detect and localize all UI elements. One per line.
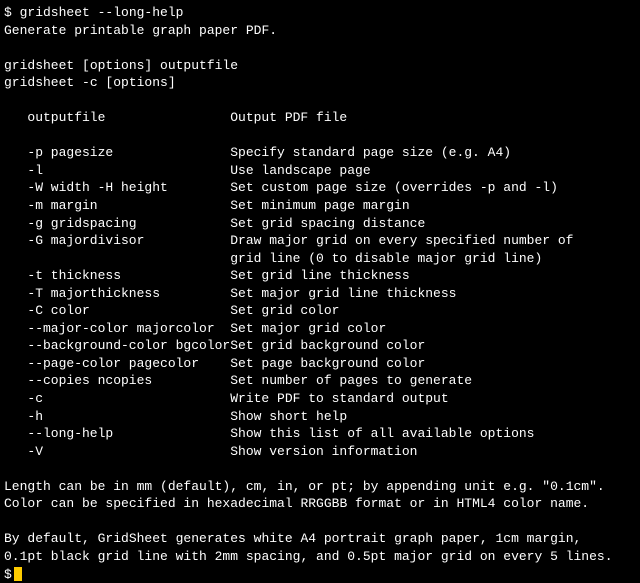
option-key: --long-help (27, 425, 230, 443)
option-row: -hShow short help (27, 408, 636, 426)
option-key: --copies ncopies (27, 372, 230, 390)
option-row: -t thicknessSet grid line thickness (27, 267, 636, 285)
option-row: -W width -H heightSet custom page size (… (27, 179, 636, 197)
option-key: -V (27, 443, 230, 461)
option-key: outputfile (27, 109, 230, 127)
option-description: Show version information (230, 443, 636, 461)
option-row: -p pagesizeSpecify standard page size (e… (27, 144, 636, 162)
prompt-symbol: $ (4, 566, 12, 583)
option-key: -m margin (27, 197, 230, 215)
option-row: --page-color pagecolorSet page backgroun… (27, 355, 636, 373)
option-key: --page-color pagecolor (27, 355, 230, 373)
option-key: --background-color bgcolor (27, 337, 230, 355)
option-row: --long-helpShow this list of all availab… (27, 425, 636, 443)
option-description: Set minimum page margin (230, 197, 636, 215)
option-key: -c (27, 390, 230, 408)
option-row: outputfileOutput PDF file (27, 109, 636, 127)
option-description: Set grid color (230, 302, 636, 320)
option-description: Set grid spacing distance (230, 215, 636, 233)
option-description: Use landscape page (230, 162, 636, 180)
notes-line-1: Length can be in mm (default), cm, in, o… (4, 478, 636, 496)
option-row: -VShow version information (27, 443, 636, 461)
option-row: -g gridspacingSet grid spacing distance (27, 215, 636, 233)
option-description: Set grid background color (230, 337, 636, 355)
option-key: -W width -H height (27, 179, 230, 197)
option-description: Draw major grid on every specified numbe… (230, 232, 636, 250)
option-description: Write PDF to standard output (230, 390, 636, 408)
option-row: -cWrite PDF to standard output (27, 390, 636, 408)
notes-line-2: Color can be specified in hexadecimal RR… (4, 495, 636, 513)
option-row: -G majordivisorDraw major grid on every … (27, 232, 636, 250)
option-key-empty (27, 250, 230, 268)
option-row: --major-color majorcolorSet major grid c… (27, 320, 636, 338)
usage-line-1: gridsheet [options] outputfile (4, 57, 636, 75)
option-description: Set major grid color (230, 320, 636, 338)
option-row: --copies ncopiesSet number of pages to g… (27, 372, 636, 390)
option-row-cont: grid line (0 to disable major grid line) (27, 250, 636, 268)
option-row: -C colorSet grid color (27, 302, 636, 320)
notes-line-4: 0.1pt black grid line with 2mm spacing, … (4, 548, 636, 566)
options-table: outputfileOutput PDF file-p pagesizeSpec… (4, 109, 636, 460)
summary-line: Generate printable graph paper PDF. (4, 22, 636, 40)
option-key: --major-color majorcolor (27, 320, 230, 338)
blank-line (27, 127, 636, 145)
option-description: Show this list of all available options (230, 425, 636, 443)
shell-prompt[interactable]: $ (4, 566, 636, 583)
option-row: -T majorthicknessSet major grid line thi… (27, 285, 636, 303)
option-description: Set number of pages to generate (230, 372, 636, 390)
option-description-cont: grid line (0 to disable major grid line) (230, 250, 636, 268)
option-description: Show short help (230, 408, 636, 426)
option-row: -lUse landscape page (27, 162, 636, 180)
option-description: Set page background color (230, 355, 636, 373)
cursor-icon (14, 567, 22, 581)
option-description: Set custom page size (overrides -p and -… (230, 179, 636, 197)
option-description: Specify standard page size (e.g. A4) (230, 144, 636, 162)
option-key: -g gridspacing (27, 215, 230, 233)
notes-line-3: By default, GridSheet generates white A4… (4, 530, 636, 548)
blank-line (4, 92, 636, 110)
option-row: --background-color bgcolorSet grid backg… (27, 337, 636, 355)
blank-line (4, 460, 636, 478)
option-row: -m marginSet minimum page margin (27, 197, 636, 215)
option-key: -t thickness (27, 267, 230, 285)
option-description: Output PDF file (230, 109, 636, 127)
blank-line (4, 39, 636, 57)
option-key: -h (27, 408, 230, 426)
option-key: -C color (27, 302, 230, 320)
option-description: Set grid line thickness (230, 267, 636, 285)
usage-line-2: gridsheet -c [options] (4, 74, 636, 92)
command-line: $ gridsheet --long-help (4, 4, 636, 22)
option-key: -p pagesize (27, 144, 230, 162)
option-key: -l (27, 162, 230, 180)
option-key: -T majorthickness (27, 285, 230, 303)
option-key: -G majordivisor (27, 232, 230, 250)
option-description: Set major grid line thickness (230, 285, 636, 303)
